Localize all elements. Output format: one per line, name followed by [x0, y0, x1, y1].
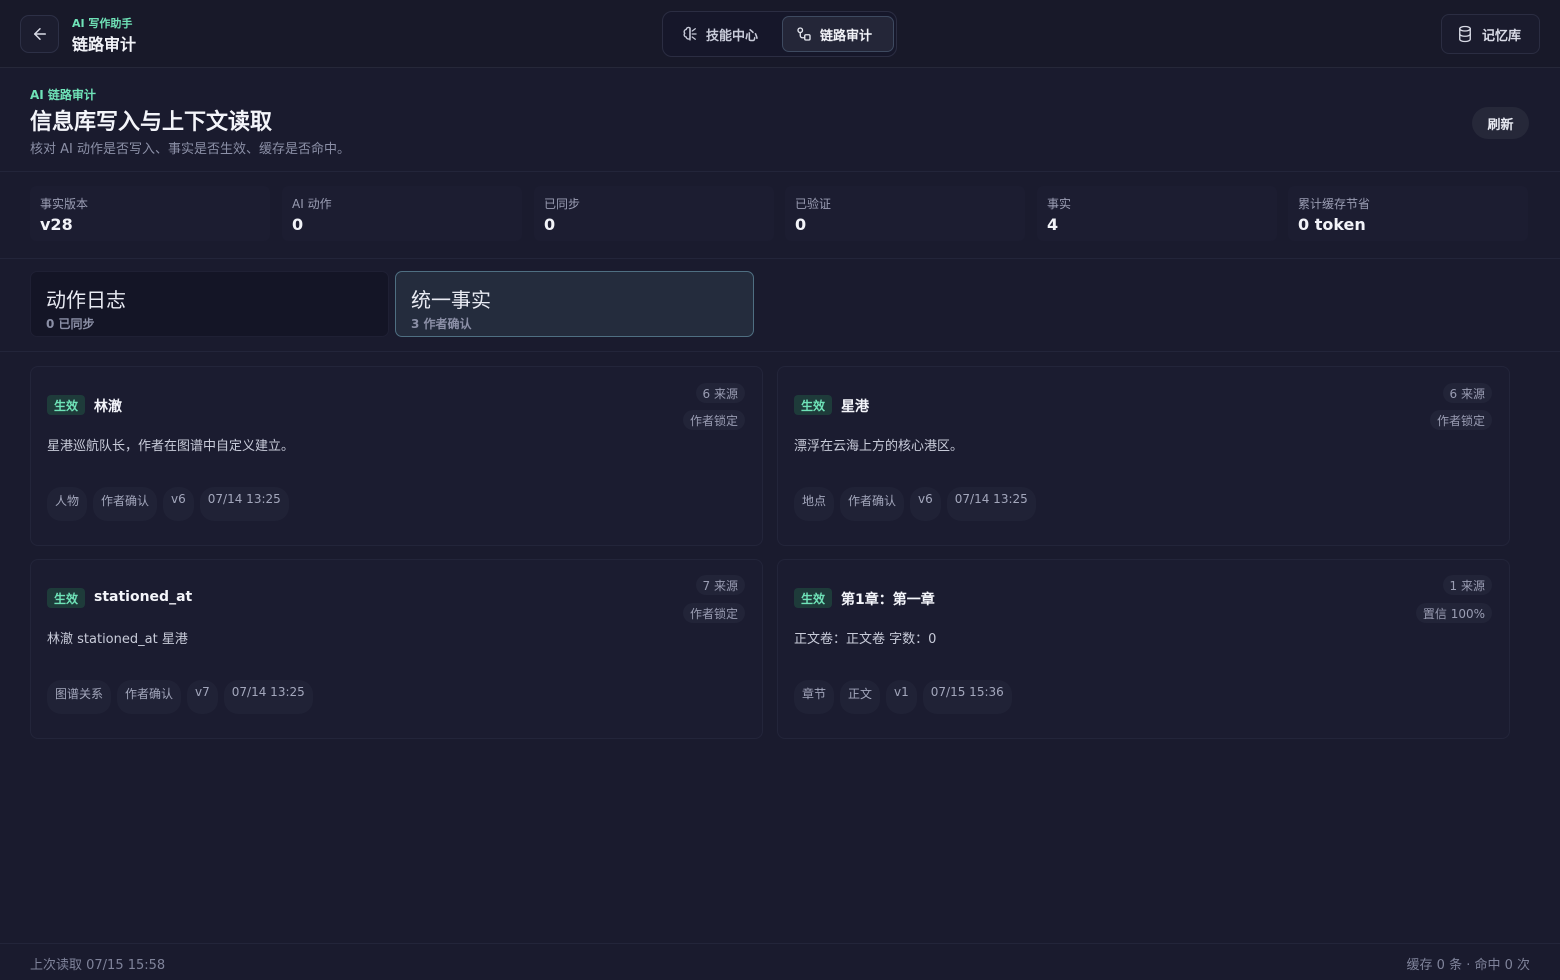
tab-unified-facts[interactable]: 统一事实 3 作者确认	[395, 271, 754, 337]
divider	[0, 351, 1560, 352]
tag-list: 地点 作者确认 v6 07/14 13:25	[794, 487, 1036, 521]
tag: 作者确认	[93, 487, 158, 521]
fact-card[interactable]: 生效 星港 6 来源 作者锁定 漂浮在云海上方的核心港区。 地点 作者确认 v6…	[777, 366, 1510, 546]
stat-value: 0 token	[1298, 215, 1366, 234]
tag-list: 人物 作者确认 v6 07/14 13:25	[47, 487, 289, 521]
fact-description: 星港巡航队长，作者在图谱中自定义建立。	[47, 439, 295, 454]
tag: 人物	[47, 487, 88, 521]
tab-title: 统一事实	[411, 288, 491, 312]
fact-title: 林澈	[94, 399, 122, 415]
stat-fact-version: 事实版本 v28	[30, 186, 270, 241]
arrow-left-icon	[33, 28, 46, 40]
tab-skills-label: 技能中心	[706, 28, 759, 44]
fact-title: stationed_at	[94, 589, 193, 605]
tag: 地点	[794, 487, 835, 521]
tag: 图谱关系	[47, 680, 112, 714]
nav-group: 技能中心 链路审计	[662, 11, 897, 57]
database-icon	[1459, 25, 1471, 43]
fact-description: 漂浮在云海上方的核心港区。	[794, 439, 964, 454]
app-name: AI 写作助手	[72, 17, 133, 30]
source-count: 7 来源	[695, 575, 745, 595]
lock-badge: 作者锁定	[682, 603, 745, 623]
tag: 作者确认	[840, 487, 905, 521]
stat-value: 0	[292, 215, 304, 234]
stat-label: 事实	[1047, 197, 1072, 211]
stat-label: 已同步	[544, 197, 581, 211]
tab-title: 动作日志	[46, 288, 126, 312]
tag-list: 图谱关系 作者确认 v7 07/14 13:25	[47, 680, 313, 714]
status-badge: 生效	[794, 588, 832, 608]
refresh-button[interactable]: 刷新	[1472, 107, 1529, 139]
stat-label: 已验证	[795, 197, 832, 211]
tag: v1	[886, 680, 917, 714]
lock-badge: 作者锁定	[1429, 410, 1492, 430]
fact-title: 第1章：第一章	[841, 592, 935, 608]
source-count: 6 来源	[695, 383, 745, 403]
tag: 07/15 15:36	[922, 680, 1012, 714]
stat-value: 0	[795, 215, 807, 234]
page-title: 信息库写入与上下文读取	[30, 110, 273, 135]
memory-label: 记忆库	[1482, 28, 1522, 44]
tag: 07/14 13:25	[199, 487, 289, 521]
fact-title: 星港	[841, 399, 869, 415]
tag: 章节	[794, 680, 835, 714]
tab-audit-label: 链路审计	[820, 28, 873, 44]
memory-library-button[interactable]: 记忆库	[1441, 14, 1540, 54]
tag: 07/14 13:25	[223, 680, 313, 714]
stat-label: 事实版本	[40, 197, 89, 211]
fact-card[interactable]: 生效 第1章：第一章 1 来源 置信 100% 正文卷：正文卷 字数：0 章节 …	[777, 559, 1510, 739]
top-bar: AI 写作助手 链路审计 技能中心 链路审计 记忆库	[0, 0, 1560, 68]
tag: 07/14 13:25	[946, 487, 1036, 521]
last-read-time: 上次读取 07/15 15:58	[30, 958, 166, 973]
fact-description: 正文卷：正文卷 字数：0	[794, 632, 937, 647]
status-badge: 生效	[47, 588, 85, 608]
tab-skills-center[interactable]: 技能中心	[669, 16, 779, 52]
tag-list: 章节 正文 v1 07/15 15:36	[794, 680, 1012, 714]
stat-value: v28	[40, 215, 73, 234]
confidence-badge: 置信 100%	[1415, 603, 1492, 623]
divider	[0, 171, 1560, 172]
stat-synced: 已同步 0	[534, 186, 774, 241]
stat-label: AI 动作	[292, 197, 332, 211]
tag: 正文	[840, 680, 881, 714]
fact-card[interactable]: 生效 林澈 6 来源 作者锁定 星港巡航队长，作者在图谱中自定义建立。 人物 作…	[30, 366, 763, 546]
tag: v6	[910, 487, 941, 521]
tab-action-log[interactable]: 动作日志 0 已同步	[30, 271, 389, 337]
lock-badge: 作者锁定	[682, 410, 745, 430]
brain-icon	[683, 26, 697, 41]
source-count: 6 来源	[1442, 383, 1492, 403]
tab-subtitle: 0 已同步	[46, 317, 95, 331]
stat-value: 0	[544, 215, 556, 234]
tag: v7	[187, 680, 218, 714]
back-button[interactable]	[20, 15, 59, 53]
fact-description: 林澈 stationed_at 星港	[47, 632, 188, 647]
page-name: 链路审计	[72, 35, 137, 54]
stat-label: 累计缓存节省	[1298, 197, 1371, 211]
tag: 作者确认	[117, 680, 182, 714]
source-count: 1 来源	[1442, 575, 1492, 595]
status-badge: 生效	[794, 395, 832, 415]
tag: v6	[163, 487, 194, 521]
status-badge: 生效	[47, 395, 85, 415]
stat-facts: 事实 4	[1037, 186, 1277, 241]
stat-verified: 已验证 0	[785, 186, 1025, 241]
page-description: 核对 AI 动作是否写入、事实是否生效、缓存是否命中。	[30, 142, 350, 157]
cache-status: 缓存 0 条 · 命中 0 次	[1406, 958, 1530, 973]
stat-value: 4	[1047, 215, 1059, 234]
section-kicker: AI 链路审计	[30, 88, 96, 102]
chain-nodes-icon	[797, 27, 811, 41]
stat-ai-actions: AI 动作 0	[282, 186, 522, 241]
fact-card[interactable]: 生效 stationed_at 7 来源 作者锁定 林澈 stationed_a…	[30, 559, 763, 739]
divider	[0, 943, 1560, 944]
tab-subtitle: 3 作者确认	[411, 317, 472, 331]
stat-cache-savings: 累计缓存节省 0 token	[1288, 186, 1528, 241]
divider	[0, 258, 1560, 259]
tab-chain-audit[interactable]: 链路审计	[782, 16, 894, 52]
